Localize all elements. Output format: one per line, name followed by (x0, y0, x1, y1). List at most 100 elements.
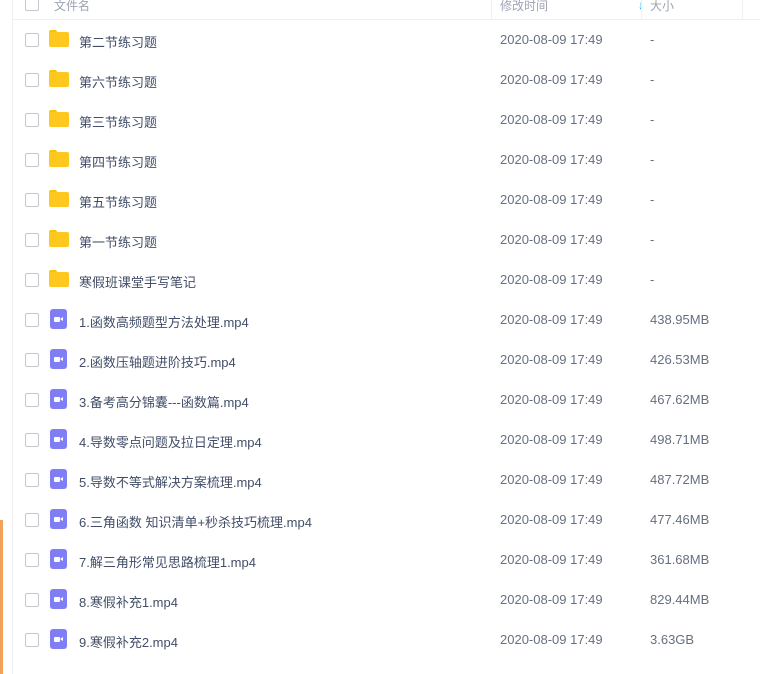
file-name[interactable]: 7.解三角形常见思路梳理1.mp4 (79, 552, 256, 571)
modified-time: 2020-08-09 17:49 (500, 632, 603, 647)
file-row[interactable]: 7.解三角形常见思路梳理1.mp4 2020-08-09 17:49 361.68M… (13, 540, 760, 580)
modified-time: 2020-08-09 17:49 (500, 232, 603, 247)
video-file-icon (50, 389, 67, 409)
file-name[interactable]: 2.函数压轴题进阶技巧.mp4 (79, 352, 236, 371)
left-accent-bar (0, 520, 3, 674)
file-row[interactable]: 寒假班课堂手写笔记 2020-08-09 17:49 - (13, 260, 760, 300)
folder-icon (49, 30, 69, 47)
file-name[interactable]: 5.导数不等式解决方案梳理.mp4 (79, 472, 262, 491)
column-header-modified[interactable]: 修改时间 (500, 0, 548, 15)
file-name[interactable]: 1.函数高频题型方法处理.mp4 (79, 312, 249, 331)
video-file-icon (50, 429, 67, 449)
file-name[interactable]: 第一节练习题 (79, 232, 157, 251)
file-row[interactable]: 1.函数高频题型方法处理.mp4 2020-08-09 17:49 438.95MB (13, 300, 760, 340)
row-checkbox[interactable] (25, 113, 39, 127)
file-size: - (650, 72, 655, 87)
row-checkbox[interactable] (25, 393, 39, 407)
file-row[interactable]: 第五节练习题 2020-08-09 17:49 - (13, 180, 760, 220)
row-checkbox[interactable] (25, 33, 39, 47)
file-name[interactable]: 第三节练习题 (79, 112, 157, 131)
video-file-icon (50, 469, 67, 489)
row-checkbox[interactable] (25, 73, 39, 87)
modified-time: 2020-08-09 17:49 (500, 512, 603, 527)
column-header-size[interactable]: 大小 (650, 0, 674, 15)
left-panel-edge (0, 0, 13, 674)
file-row[interactable]: 第六节练习题 2020-08-09 17:49 - (13, 60, 760, 100)
file-size: - (650, 232, 655, 247)
folder-icon (49, 110, 69, 127)
file-row[interactable]: 8.寒假补充1.mp4 2020-08-09 17:49 829.44MB (13, 580, 760, 620)
modified-time: 2020-08-09 17:49 (500, 392, 603, 407)
modified-time: 2020-08-09 17:49 (500, 312, 603, 327)
modified-time: 2020-08-09 17:49 (500, 32, 603, 47)
file-row[interactable]: 5.导数不等式解决方案梳理.mp4 2020-08-09 17:49 487.72M… (13, 460, 760, 500)
video-file-icon (50, 309, 67, 329)
file-name[interactable]: 6.三角函数 知识清单+秒杀技巧梳理.mp4 (79, 512, 312, 531)
file-name[interactable]: 4.导数零点问题及拉日定理.mp4 (79, 432, 262, 451)
modified-time: 2020-08-09 17:49 (500, 72, 603, 87)
file-list-header: 文件名 修改时间 ↓ 大小 (13, 0, 760, 20)
row-checkbox[interactable] (25, 633, 39, 647)
file-size: - (650, 192, 655, 207)
column-separator[interactable] (491, 0, 492, 19)
file-size: 426.53MB (650, 352, 710, 367)
row-checkbox[interactable] (25, 153, 39, 167)
file-name[interactable]: 第六节练习题 (79, 72, 157, 91)
folder-icon (49, 190, 69, 207)
file-name[interactable]: 8.寒假补充1.mp4 (79, 592, 178, 611)
row-checkbox[interactable] (25, 433, 39, 447)
row-checkbox[interactable] (25, 273, 39, 287)
file-name[interactable]: 第二节练习题 (79, 32, 157, 51)
file-size: - (650, 152, 655, 167)
file-row[interactable]: 9.寒假补充2.mp4 2020-08-09 17:49 3.63GB (13, 620, 760, 660)
modified-time: 2020-08-09 17:49 (500, 472, 603, 487)
modified-time: 2020-08-09 17:49 (500, 552, 603, 567)
file-size: 361.68MB (650, 552, 710, 567)
file-size: 829.44MB (650, 592, 710, 607)
file-row[interactable]: 3.备考高分锦囊---函数篇.mp4 2020-08-09 17:49 467.62… (13, 380, 760, 420)
row-checkbox[interactable] (25, 593, 39, 607)
file-name[interactable]: 第四节练习题 (79, 152, 157, 171)
folder-icon (49, 270, 69, 287)
file-row[interactable]: 2.函数压轴题进阶技巧.mp4 2020-08-09 17:49 426.53MB (13, 340, 760, 380)
column-header-name[interactable]: 文件名 (54, 0, 90, 15)
video-file-icon (50, 589, 67, 609)
file-row[interactable]: 第三节练习题 2020-08-09 17:49 - (13, 100, 760, 140)
row-checkbox[interactable] (25, 193, 39, 207)
modified-time: 2020-08-09 17:49 (500, 272, 603, 287)
column-separator[interactable] (641, 0, 642, 19)
modified-time: 2020-08-09 17:49 (500, 352, 603, 367)
folder-icon (49, 70, 69, 87)
row-checkbox[interactable] (25, 513, 39, 527)
file-size: - (650, 32, 655, 47)
folder-icon (49, 150, 69, 167)
video-file-icon (50, 349, 67, 369)
file-size: 438.95MB (650, 312, 710, 327)
file-row[interactable]: 第四节练习题 2020-08-09 17:49 - (13, 140, 760, 180)
row-checkbox[interactable] (25, 313, 39, 327)
file-size: 3.63GB (650, 632, 695, 647)
modified-time: 2020-08-09 17:49 (500, 592, 603, 607)
folder-icon (49, 230, 69, 247)
file-row[interactable]: 6.三角函数 知识清单+秒杀技巧梳理.mp4 2020-08-09 17:49 47… (13, 500, 760, 540)
file-name[interactable]: 第五节练习题 (79, 192, 157, 211)
file-row[interactable]: 第二节练习题 2020-08-09 17:49 - (13, 20, 760, 60)
file-size: 477.46MB (650, 512, 710, 527)
row-checkbox[interactable] (25, 353, 39, 367)
row-checkbox[interactable] (25, 233, 39, 247)
column-separator[interactable] (742, 0, 743, 19)
row-checkbox[interactable] (25, 553, 39, 567)
video-file-icon (50, 629, 67, 649)
file-row[interactable]: 4.导数零点问题及拉日定理.mp4 2020-08-09 17:49 498.71M… (13, 420, 760, 460)
file-size: 487.72MB (650, 472, 710, 487)
file-name[interactable]: 3.备考高分锦囊---函数篇.mp4 (79, 392, 249, 411)
select-all-checkbox[interactable] (25, 0, 39, 11)
modified-time: 2020-08-09 17:49 (500, 152, 603, 167)
video-file-icon (50, 549, 67, 569)
modified-time: 2020-08-09 17:49 (500, 112, 603, 127)
modified-time: 2020-08-09 17:49 (500, 192, 603, 207)
file-name[interactable]: 9.寒假补充2.mp4 (79, 632, 178, 651)
file-row[interactable]: 第一节练习题 2020-08-09 17:49 - (13, 220, 760, 260)
file-name[interactable]: 寒假班课堂手写笔记 (79, 272, 196, 291)
row-checkbox[interactable] (25, 473, 39, 487)
